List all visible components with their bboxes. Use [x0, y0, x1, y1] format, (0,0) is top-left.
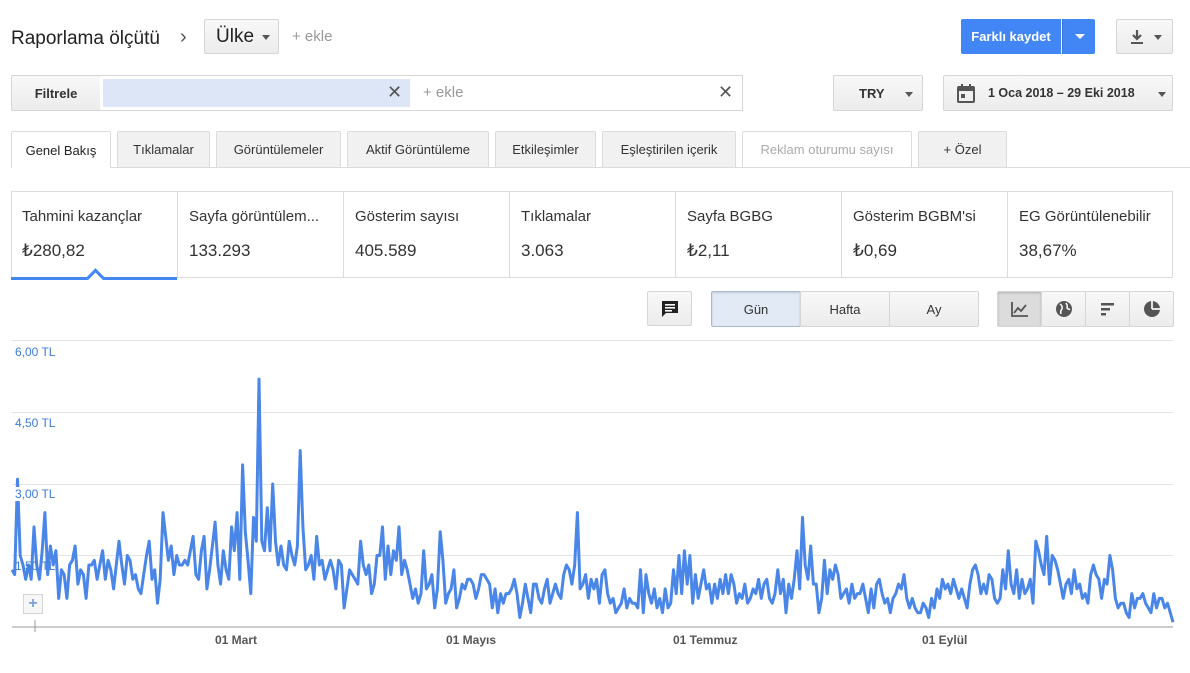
x-tick-label: 01 Temmuz	[673, 633, 738, 647]
zoom-plus-button[interactable]: +	[23, 594, 43, 614]
x-tick-label: 01 Mart	[215, 633, 258, 647]
y-tick-label: 4,50 TL	[15, 416, 58, 430]
series-line	[10, 377, 1175, 623]
x-tick-label: 01 Eylül	[922, 633, 968, 647]
y-tick-label: 3,00 TL	[15, 487, 58, 501]
x-tick-label: 01 Mayıs	[446, 633, 497, 647]
y-tick-label: 1,50 TL	[15, 559, 56, 573]
earnings-line-chart	[10, 377, 1175, 632]
y-tick-label: 6,00 TL	[15, 345, 58, 359]
